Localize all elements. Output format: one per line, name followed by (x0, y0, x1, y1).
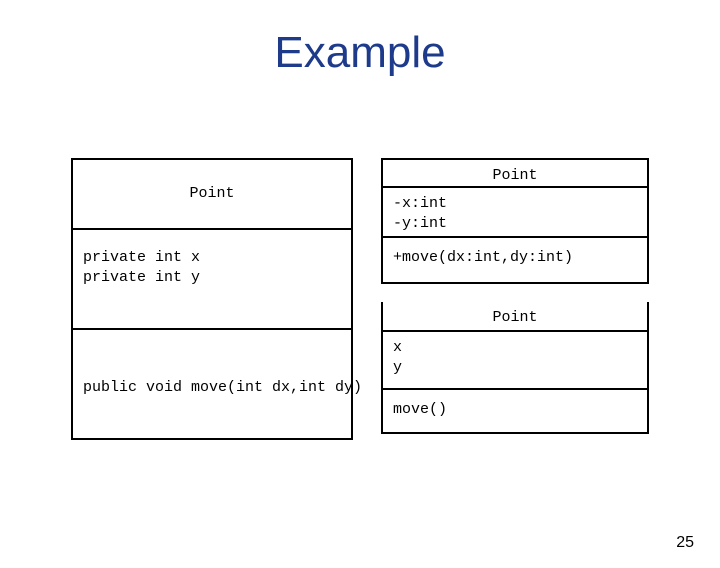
java-uml-attr-compartment: private int x private int y (71, 230, 353, 330)
uml-simple-op-compartment: move() (381, 390, 649, 434)
uml-full-op-compartment: +move(dx:int,dy:int) (381, 238, 649, 284)
uml-right-column: Point -x:int -y:int +move(dx:int,dy:int)… (381, 158, 649, 440)
java-uml-name-compartment: Point (71, 158, 353, 230)
uml-simple-attr-compartment: x y (381, 332, 649, 390)
java-class-name: Point (73, 160, 351, 210)
page-number: 25 (676, 534, 694, 552)
java-uml-op-compartment: public void move(int dx,int dy) (71, 330, 353, 440)
uml-simple-attributes: x y (383, 332, 647, 383)
java-attributes: private int x private int y (73, 230, 351, 293)
uml-full-attributes: -x:int -y:int (383, 188, 647, 239)
uml-full-class-name: Point (383, 160, 647, 192)
java-operations: public void move(int dx,int dy) (73, 330, 351, 404)
uml-full-operations: +move(dx:int,dy:int) (383, 238, 647, 274)
uml-full-name-compartment: Point (381, 158, 649, 188)
uml-simple-name-compartment: Point (381, 302, 649, 332)
slide-title: Example (0, 28, 720, 78)
diagram-area: Point private int x private int y public… (0, 158, 720, 440)
uml-full-attr-compartment: -x:int -y:int (381, 188, 649, 238)
uml-simple-operations: move() (383, 390, 647, 426)
java-uml-box: Point private int x private int y public… (71, 158, 353, 440)
uml-simple-class-name: Point (383, 302, 647, 334)
